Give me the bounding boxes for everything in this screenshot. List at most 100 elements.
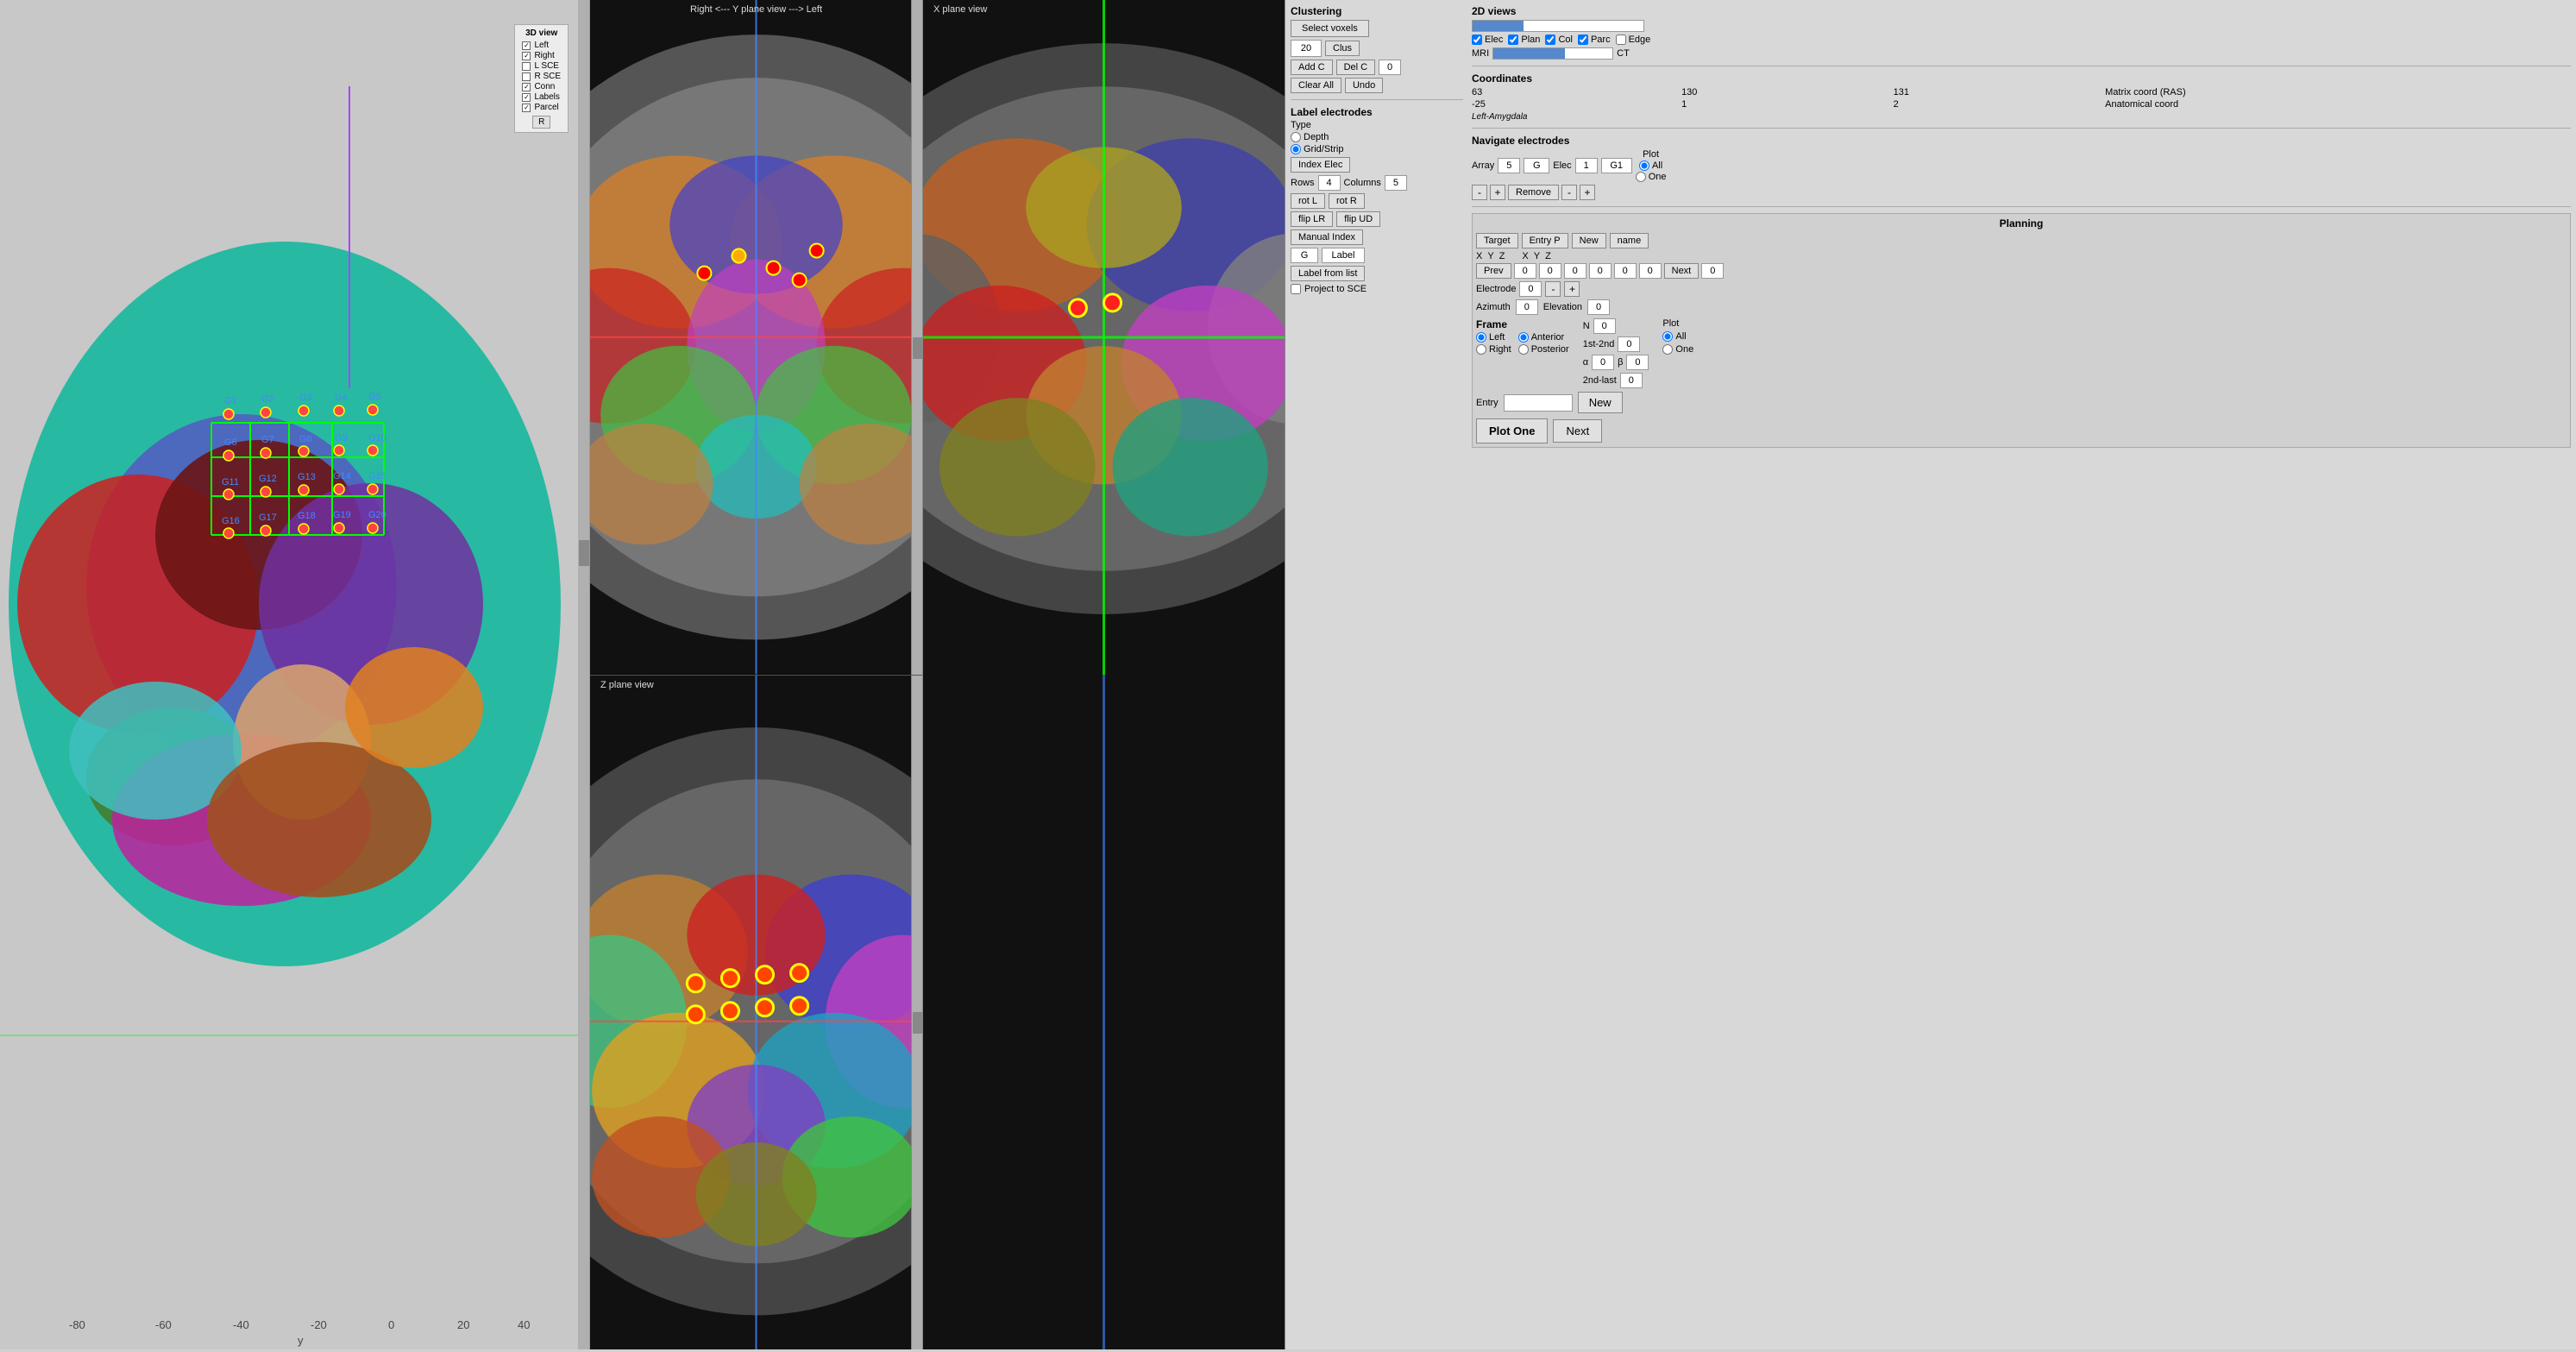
n-input[interactable] bbox=[1593, 318, 1616, 334]
next-plan-btn[interactable]: Next bbox=[1553, 419, 1602, 443]
target-btn[interactable]: Target bbox=[1476, 233, 1518, 248]
cols-input[interactable] bbox=[1385, 175, 1407, 191]
legend-right-check[interactable] bbox=[522, 52, 531, 60]
legend-parcel-check[interactable] bbox=[522, 104, 531, 112]
z1-input[interactable] bbox=[1639, 263, 1662, 279]
depth-radio-label[interactable]: Depth bbox=[1291, 132, 1329, 142]
edge-check[interactable] bbox=[1616, 35, 1626, 45]
electrode-minus[interactable]: - bbox=[1545, 281, 1561, 297]
g-input[interactable] bbox=[1291, 248, 1318, 263]
col-check-label[interactable]: Col bbox=[1545, 35, 1573, 45]
array-plus-btn[interactable]: + bbox=[1490, 185, 1505, 200]
legend-labels[interactable]: Labels bbox=[522, 92, 561, 102]
y-plane-scroll-thumb[interactable] bbox=[913, 337, 922, 359]
entry-p-btn[interactable]: Entry P bbox=[1522, 233, 1568, 248]
legend-parcel[interactable]: Parcel bbox=[522, 103, 561, 112]
clus-btn[interactable]: Clus bbox=[1325, 41, 1360, 56]
r-button[interactable]: R bbox=[532, 116, 550, 129]
grid-strip-radio-label[interactable]: Grid/Strip bbox=[1291, 144, 1343, 154]
undo-btn[interactable]: Undo bbox=[1345, 78, 1383, 93]
select-voxels-btn[interactable]: Select voxels bbox=[1291, 20, 1369, 37]
clus-value-input[interactable] bbox=[1291, 40, 1322, 57]
y1-input[interactable] bbox=[1614, 263, 1637, 279]
scrollbar-left[interactable] bbox=[578, 0, 590, 1349]
anterior-frame-radio[interactable] bbox=[1518, 332, 1529, 343]
flip-ud-btn[interactable]: flip UD bbox=[1336, 211, 1380, 227]
plot-all-radio[interactable] bbox=[1662, 331, 1673, 342]
project-to-sce-check[interactable] bbox=[1291, 284, 1301, 294]
elec-input[interactable] bbox=[1575, 158, 1598, 173]
z-plane-scroll[interactable] bbox=[911, 676, 922, 1350]
g1-input[interactable] bbox=[1601, 158, 1632, 173]
anterior-frame-label[interactable]: Anterior bbox=[1518, 332, 1569, 343]
new-entry-btn[interactable]: New bbox=[1578, 392, 1623, 413]
second-last-input[interactable] bbox=[1620, 373, 1643, 388]
posterior-frame-label[interactable]: Posterior bbox=[1518, 344, 1569, 355]
x1-input[interactable] bbox=[1589, 263, 1612, 279]
parc-check-label[interactable]: Parc bbox=[1578, 35, 1611, 45]
plan-check[interactable] bbox=[1508, 35, 1518, 45]
remove-btn[interactable]: Remove bbox=[1508, 185, 1559, 200]
flip-lr-btn[interactable]: flip LR bbox=[1291, 211, 1333, 227]
plan-check-label[interactable]: Plan bbox=[1508, 35, 1540, 45]
rows-input[interactable] bbox=[1318, 175, 1341, 191]
beta-input[interactable] bbox=[1626, 355, 1649, 370]
plot-one-big-btn[interactable]: Plot One bbox=[1476, 418, 1548, 443]
depth-radio[interactable] bbox=[1291, 132, 1301, 142]
one-radio[interactable] bbox=[1636, 172, 1646, 182]
elevation-input[interactable] bbox=[1587, 299, 1610, 315]
z-plane-scroll-thumb[interactable] bbox=[913, 1012, 922, 1034]
prev-btn[interactable]: Prev bbox=[1476, 263, 1511, 279]
elec-minus-btn[interactable]: - bbox=[1561, 185, 1577, 200]
z0-input[interactable] bbox=[1564, 263, 1586, 279]
all-radio[interactable] bbox=[1639, 160, 1649, 171]
index-elec-btn[interactable]: Index Elec bbox=[1291, 157, 1350, 173]
rot-l-btn[interactable]: rot L bbox=[1291, 193, 1325, 209]
label-from-list-btn[interactable]: Label from list bbox=[1291, 266, 1365, 281]
first-second-input[interactable] bbox=[1618, 336, 1640, 352]
views-2d-slider[interactable] bbox=[1472, 20, 1644, 32]
legend-rsce-check[interactable] bbox=[522, 72, 531, 81]
name-btn[interactable]: name bbox=[1610, 233, 1649, 248]
col-check[interactable] bbox=[1545, 35, 1555, 45]
plot-one-label[interactable]: One bbox=[1662, 344, 1693, 355]
array-input[interactable] bbox=[1498, 158, 1520, 173]
del-c-btn[interactable]: Del C bbox=[1336, 60, 1376, 75]
plot-one-radio[interactable] bbox=[1662, 344, 1673, 355]
all-radio-label[interactable]: All bbox=[1639, 160, 1662, 171]
array-minus-btn[interactable]: - bbox=[1472, 185, 1487, 200]
label-input[interactable] bbox=[1322, 248, 1365, 263]
grid-strip-radio[interactable] bbox=[1291, 144, 1301, 154]
scroll-thumb-left[interactable] bbox=[579, 540, 589, 566]
mri-slider[interactable] bbox=[1492, 47, 1613, 60]
left-frame-radio[interactable] bbox=[1476, 332, 1486, 343]
manual-index-btn[interactable]: Manual Index bbox=[1291, 230, 1363, 245]
y0-input[interactable] bbox=[1539, 263, 1561, 279]
one-radio-label[interactable]: One bbox=[1636, 172, 1667, 182]
legend-rsce[interactable]: R SCE bbox=[522, 72, 561, 81]
del-c-value[interactable] bbox=[1379, 60, 1401, 75]
elec-check-label[interactable]: Elec bbox=[1472, 35, 1503, 45]
next-value[interactable] bbox=[1701, 263, 1724, 279]
next-btn[interactable]: Next bbox=[1664, 263, 1700, 279]
right-frame-radio[interactable] bbox=[1476, 344, 1486, 355]
legend-right[interactable]: Right bbox=[522, 51, 561, 60]
clear-all-btn[interactable]: Clear All bbox=[1291, 78, 1341, 93]
edge-check-label[interactable]: Edge bbox=[1616, 35, 1651, 45]
legend-conn[interactable]: Conn bbox=[522, 82, 561, 91]
left-frame-label[interactable]: Left bbox=[1476, 332, 1511, 343]
legend-lsce-check[interactable] bbox=[522, 62, 531, 71]
alpha-input[interactable] bbox=[1592, 355, 1614, 370]
azimuth-input[interactable] bbox=[1516, 299, 1538, 315]
legend-left[interactable]: Left bbox=[522, 41, 561, 50]
legend-lsce[interactable]: L SCE bbox=[522, 61, 561, 71]
parc-check[interactable] bbox=[1578, 35, 1588, 45]
legend-conn-check[interactable] bbox=[522, 83, 531, 91]
rot-r-btn[interactable]: rot R bbox=[1329, 193, 1365, 209]
g-nav-input[interactable] bbox=[1524, 158, 1549, 173]
x0-input[interactable] bbox=[1514, 263, 1536, 279]
electrode-plus[interactable]: + bbox=[1564, 281, 1580, 297]
y-plane-scroll[interactable] bbox=[911, 0, 922, 675]
new-btn[interactable]: New bbox=[1572, 233, 1606, 248]
plot-all-label[interactable]: All bbox=[1662, 331, 1686, 342]
